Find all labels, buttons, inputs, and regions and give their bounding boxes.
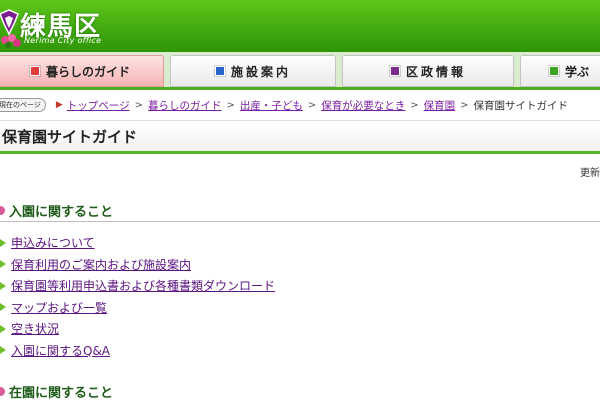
nerima-logo[interactable]: 練馬区 Nerima City office: [0, 2, 140, 50]
breadcrumb-label: 現在のページ: [0, 98, 46, 112]
tab-label: 暮らしのガイド: [45, 64, 130, 79]
breadcrumb-link-top[interactable]: トップページ: [67, 98, 130, 113]
list-item: 空き状況: [0, 318, 600, 340]
list-item: 入園に関するQ&A: [0, 340, 600, 362]
site-header: 練馬区 Nerima City office: [0, 0, 600, 52]
list-item: 保育利用のご案内および施設案内: [0, 254, 600, 276]
breadcrumb-separator: >: [307, 99, 317, 111]
red-square-icon: [28, 65, 41, 77]
link-application[interactable]: 申込みについて: [11, 234, 95, 251]
triangle-bullet-icon: [0, 346, 6, 355]
breadcrumb-separator: >: [410, 99, 419, 111]
section-heading-enrolled: 在園に関すること: [0, 380, 600, 400]
list-item: 申込みについて: [0, 232, 600, 254]
tab-learn[interactable]: 学ぶ: [520, 55, 600, 87]
section-heading-admission: 入園に関すること: [0, 200, 600, 222]
triangle-bullet-icon: [0, 281, 6, 290]
section-heading-text: 在園に関すること: [9, 385, 114, 400]
purple-square-icon: [388, 65, 401, 77]
triangle-bullet-icon: [0, 238, 6, 247]
tab-label: 施設案内: [230, 64, 291, 79]
page-title: 保育園サイトガイド: [2, 127, 138, 146]
bullet-dot-icon: [0, 206, 5, 215]
breadcrumb-link-nursery[interactable]: 保育園: [424, 98, 456, 113]
list-item: 保育園等利用申込書および各種書類ダウンロード: [0, 275, 600, 297]
green-square-icon: [548, 65, 560, 77]
breadcrumb: 現在のページ ▶ トップページ > 暮らしのガイド > 出産・子ども > 保育が…: [0, 95, 600, 115]
admission-link-list: 申込みについて 保育利用のご案内および施設案内 保育園等利用申込書および各種書類…: [0, 232, 600, 361]
list-item: マップおよび一覧: [0, 297, 600, 319]
logo-subtitle: Nerima City office: [24, 36, 102, 45]
tab-label: 学ぶ: [565, 64, 590, 79]
bullet-dot-icon: [0, 386, 5, 396]
section-heading-text: 入園に関すること: [9, 205, 114, 220]
link-guide-facilities[interactable]: 保育利用のご案内および施設案内: [11, 256, 191, 273]
triangle-bullet-icon: [0, 260, 6, 269]
updated-date: 更新: [580, 168, 600, 179]
breadcrumb-current: 保育園サイトガイド: [473, 99, 569, 112]
breadcrumb-separator: >: [134, 99, 143, 111]
page-title-bar: 保育園サイトガイド: [0, 120, 600, 154]
breadcrumb-link-birth-children[interactable]: 出産・子ども: [240, 98, 303, 113]
triangle-bullet-icon: [0, 324, 6, 333]
breadcrumb-separator: >: [460, 99, 469, 111]
link-map-list[interactable]: マップおよび一覧: [11, 299, 107, 316]
breadcrumb-link-kurashi[interactable]: 暮らしのガイド: [148, 98, 222, 113]
breadcrumb-link-childcare-needed[interactable]: 保育が必要なとき: [321, 98, 405, 113]
link-forms-download[interactable]: 保育園等利用申込書および各種書類ダウンロード: [11, 277, 275, 294]
global-nav: 暮らしのガイド 施設案内 区政情報 学ぶ: [0, 52, 600, 90]
triangle-bullet-icon: [0, 303, 6, 312]
tab-label: 区政情報: [405, 64, 466, 79]
breadcrumb-separator: >: [226, 99, 235, 111]
blue-square-icon: [213, 65, 226, 77]
azalea-flowers-icon: [1, 34, 21, 48]
tab-facilities[interactable]: 施設案内: [170, 55, 336, 87]
tab-city-info[interactable]: 区政情報: [342, 55, 514, 87]
arrow-right-icon: ▶: [55, 100, 63, 110]
link-admission-faq[interactable]: 入園に関するQ&A: [11, 342, 110, 359]
link-vacancy[interactable]: 空き状況: [11, 320, 59, 337]
tab-kurashi-guide[interactable]: 暮らしのガイド: [0, 55, 164, 87]
